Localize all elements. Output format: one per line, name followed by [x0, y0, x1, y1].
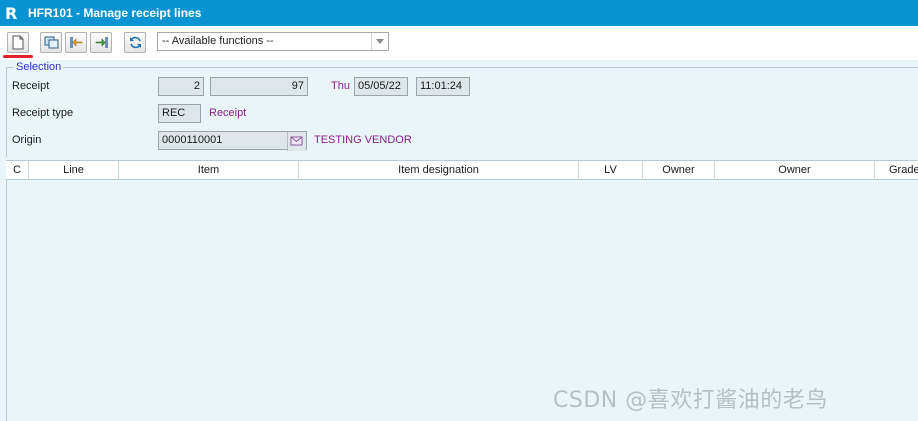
refresh-icon	[130, 36, 141, 49]
move-right-button[interactable]	[90, 32, 112, 53]
chevron-down-icon[interactable]	[371, 33, 388, 50]
window-title: HFR101 - Manage receipt lines	[28, 6, 202, 20]
refresh-button[interactable]	[124, 32, 146, 53]
column-header-owner-name[interactable]: Owner	[714, 161, 874, 180]
available-functions-value: -- Available functions --	[162, 35, 274, 47]
new-document-button[interactable]	[7, 32, 29, 53]
toolbar: -- Available functions --	[0, 26, 918, 60]
column-header-owner[interactable]: Owner	[642, 161, 714, 180]
receipt-number-field[interactable]: 2	[158, 77, 204, 96]
origin-field[interactable]: 0000110001	[158, 131, 307, 150]
envelope-icon	[290, 136, 303, 146]
column-header-item-designation[interactable]: Item designation	[298, 161, 578, 180]
origin-lookup-button[interactable]	[287, 132, 306, 151]
receipt-date-field[interactable]: 05/05/22	[354, 77, 408, 96]
new-document-icon	[12, 35, 24, 50]
receipt-type-description: Receipt	[209, 107, 247, 119]
copy-button[interactable]	[40, 32, 62, 53]
highlight-underline	[3, 55, 33, 58]
app-logo-icon: R	[5, 3, 18, 23]
column-header-lv[interactable]: LV	[578, 161, 642, 180]
right-arrow-transfer-icon	[95, 37, 108, 48]
receipt-type-field[interactable]: REC	[158, 104, 201, 123]
column-header-grade[interactable]: Grade	[874, 161, 918, 180]
origin-description: TESTING VENDOR	[314, 134, 412, 146]
left-arrow-transfer-icon	[70, 37, 83, 48]
selection-legend: Selection	[14, 61, 64, 73]
grid-header: C Line Item Item designation LV Owner Ow…	[6, 160, 918, 180]
column-header-c[interactable]: C	[6, 161, 28, 180]
receipt-type-label: Receipt type	[12, 107, 74, 119]
column-header-item[interactable]: Item	[118, 161, 298, 180]
watermark-text: CSDN @喜欢打酱油的老鸟	[553, 388, 828, 413]
origin-label: Origin	[12, 134, 42, 146]
column-header-line[interactable]: Line	[28, 161, 118, 180]
receipt-time-field[interactable]: 11:01:24	[416, 77, 470, 96]
copy-windows-icon	[44, 36, 59, 49]
move-left-button[interactable]	[65, 32, 87, 53]
title-bar: R HFR101 - Manage receipt lines	[0, 0, 918, 26]
receipt-sequence-field[interactable]: 97	[210, 77, 308, 96]
available-functions-select[interactable]: -- Available functions --	[157, 32, 389, 51]
receipt-day: Thu	[331, 80, 350, 92]
receipt-label: Receipt	[12, 80, 50, 92]
